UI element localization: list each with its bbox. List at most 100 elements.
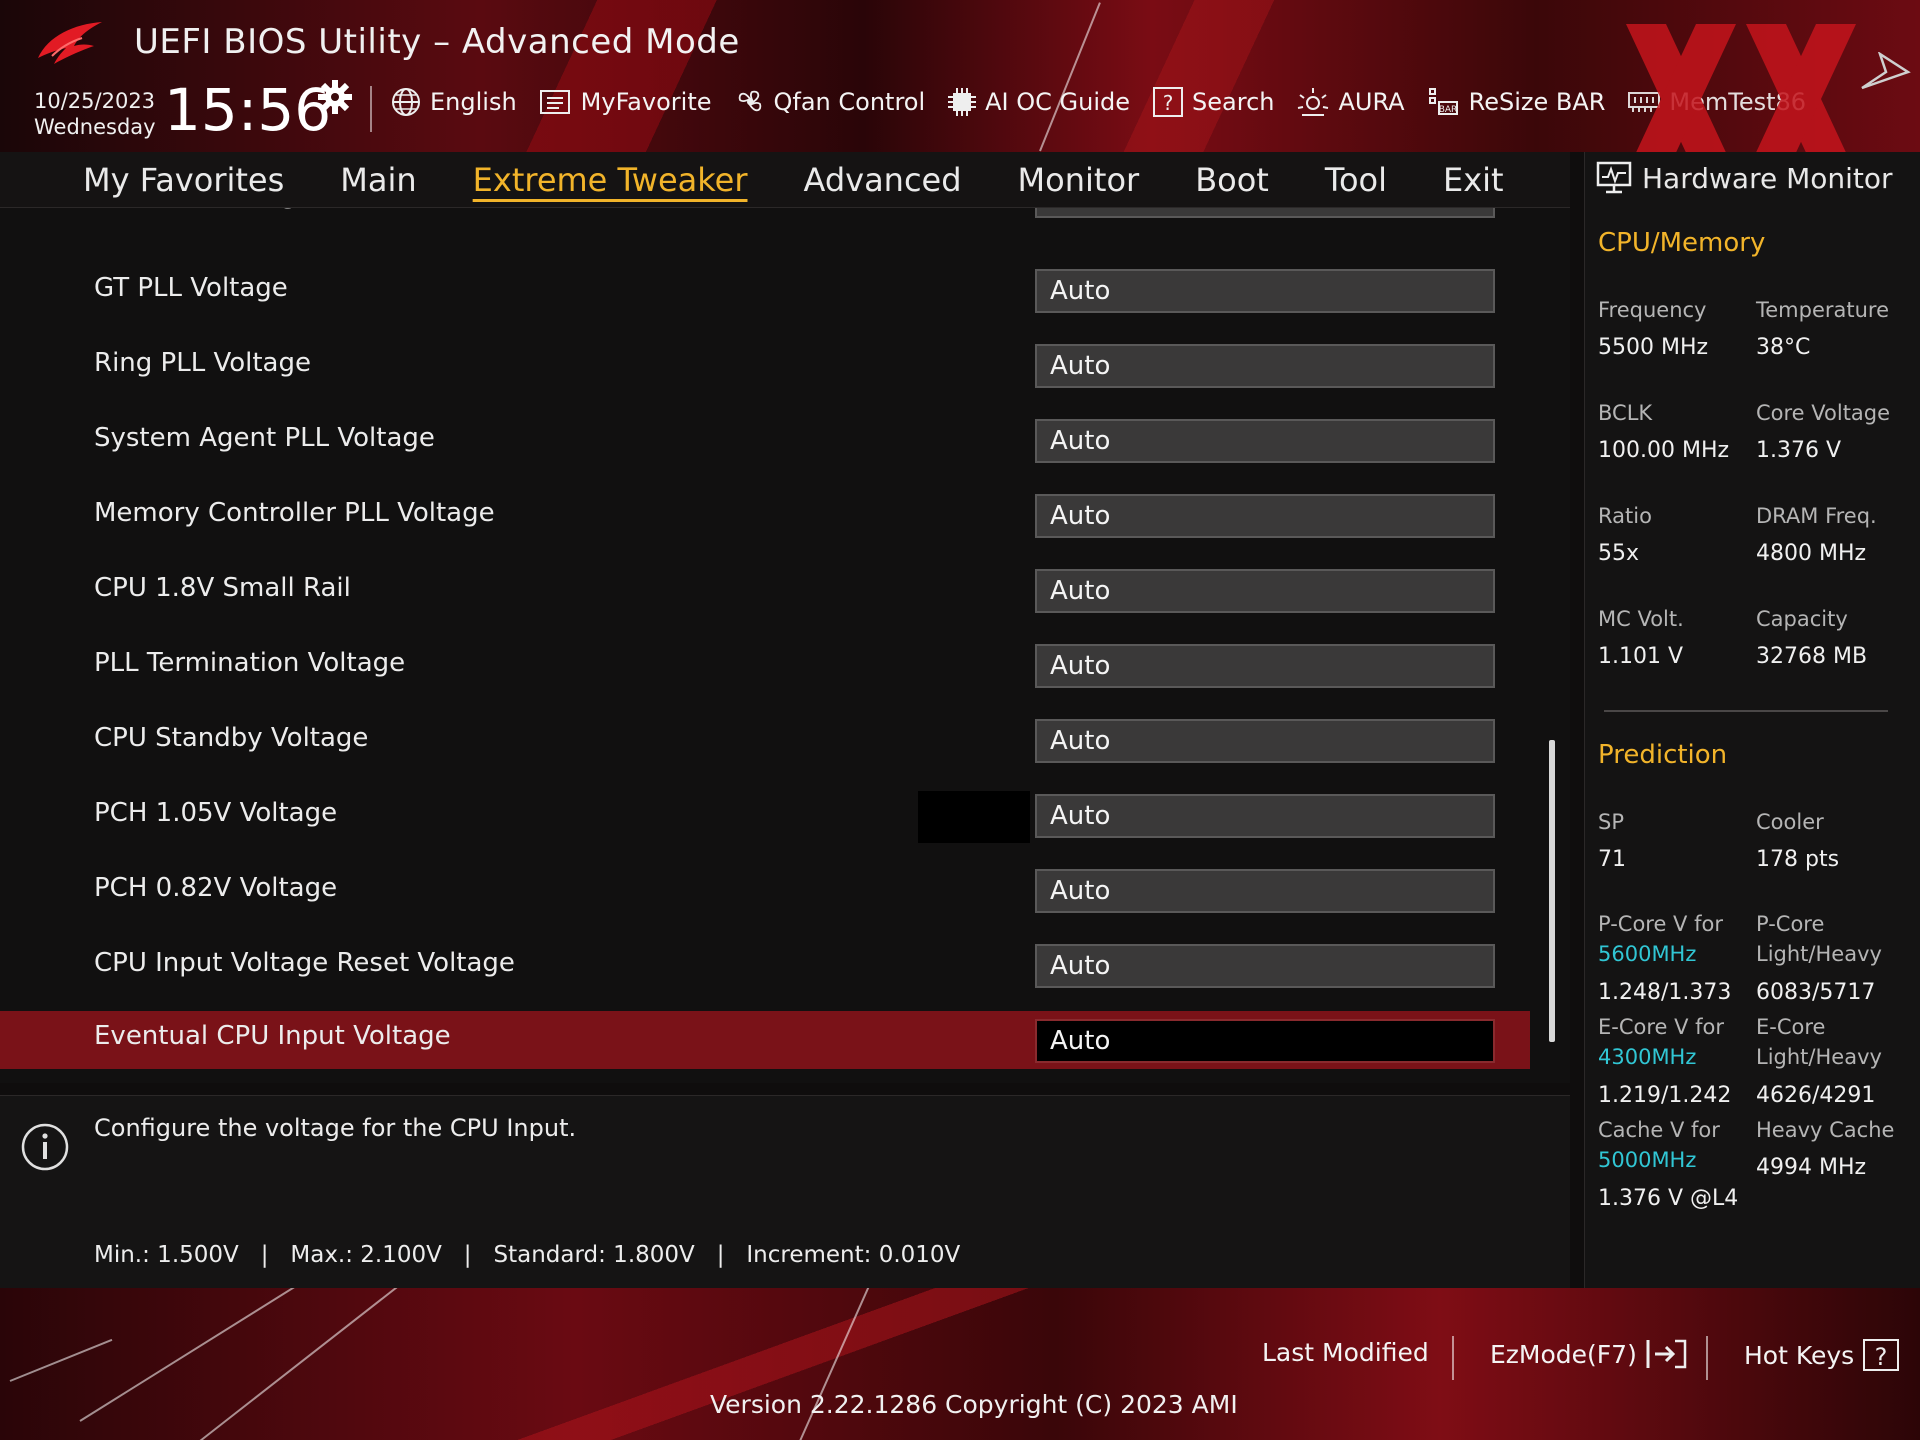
mc-volt-value: 1.101 V xyxy=(1598,644,1684,669)
setting-value-field[interactable]: Auto xyxy=(1035,419,1495,463)
ai-oc-guide-label: AI OC Guide xyxy=(985,88,1131,116)
setting-value-field[interactable]: Auto xyxy=(1035,869,1495,913)
main-menu: My Favorites Main Extreme Tweaker Advanced M… xyxy=(0,152,1570,208)
temperature-label: Temperature xyxy=(1756,298,1890,322)
settings-scrollbar[interactable] xyxy=(1549,740,1555,1042)
pcore-v-frequency: 5600MHz xyxy=(1598,942,1697,966)
arrow-emblem-icon xyxy=(1861,52,1911,90)
setting-row[interactable]: CPU Standby Voltage Auto xyxy=(0,711,1530,771)
heavy-cache-label: Heavy Cache xyxy=(1756,1118,1895,1142)
hot-keys-button[interactable]: Hot Keys ? xyxy=(1744,1338,1900,1372)
last-modified-button[interactable]: Last Modified xyxy=(1262,1338,1429,1367)
gear-icon[interactable] xyxy=(316,78,354,116)
resize-bar-label: ReSize BAR xyxy=(1468,88,1606,116)
resize-bar-icon: BAR xyxy=(1428,88,1458,115)
setting-row[interactable]: System Agent PLL Voltage Auto xyxy=(0,411,1530,471)
setting-value-field[interactable]: Auto xyxy=(1035,944,1495,988)
prediction-section-title: Prediction xyxy=(1598,740,1728,770)
setting-value-field[interactable]: Auto xyxy=(1035,1019,1495,1063)
sp-label: SP xyxy=(1598,810,1624,834)
bios-title: UEFI BIOS Utility – Advanced Mode xyxy=(134,22,740,62)
setting-label: Memory Controller PLL Voltage xyxy=(94,498,495,528)
ezmode-button[interactable]: EzMode(F7) xyxy=(1490,1338,1689,1370)
settings-list: Core PLL VoltageAutoGT PLL VoltageAutoRi… xyxy=(0,208,1570,1083)
tab-exit[interactable]: Exit xyxy=(1415,161,1532,199)
setting-value-field[interactable]: Auto xyxy=(1035,344,1495,388)
setting-row[interactable]: PCH 0.82V Voltage Auto xyxy=(0,861,1530,921)
rog-logo-icon xyxy=(38,22,102,64)
tab-extreme-tweaker[interactable]: Extreme Tweaker xyxy=(445,161,776,199)
footer-divider xyxy=(1706,1336,1708,1380)
tab-main[interactable]: Main xyxy=(312,161,444,199)
question-mark-icon: ? xyxy=(1863,1339,1900,1371)
setting-value-field[interactable]: Auto xyxy=(1035,719,1495,763)
setting-row[interactable]: PCH 1.05V Voltage Auto xyxy=(0,786,1530,846)
svg-text:?: ? xyxy=(1163,91,1174,115)
myfavorite-button[interactable]: MyFavorite xyxy=(539,88,712,116)
cooler-value: 178 pts xyxy=(1756,847,1840,872)
setting-value-field[interactable]: Auto xyxy=(1035,644,1495,688)
date-display: 10/25/2023 Wednesday xyxy=(34,88,156,140)
language-button[interactable]: English xyxy=(390,86,517,118)
monitor-divider xyxy=(1604,710,1888,712)
heavy-cache-value: 4994 MHz xyxy=(1756,1155,1867,1180)
tab-my-favorites[interactable]: My Favorites xyxy=(0,161,312,199)
ezmode-label: EzMode(F7) xyxy=(1490,1339,1637,1369)
header-divider xyxy=(370,86,372,132)
date-text: 10/25/2023 xyxy=(34,89,156,113)
setting-label: Core PLL Voltage xyxy=(94,208,313,210)
myfavorite-label: MyFavorite xyxy=(580,88,712,116)
search-button[interactable]: ? Search xyxy=(1152,86,1274,118)
sp-value: 71 xyxy=(1598,847,1626,872)
clock: 15:56 xyxy=(164,76,332,144)
pcore-label: P-Core xyxy=(1756,912,1825,936)
setting-row[interactable]: Core PLL Voltage Auto xyxy=(0,208,1530,256)
favorite-list-icon xyxy=(539,90,570,114)
tab-boot[interactable]: Boot xyxy=(1167,161,1297,199)
setting-row[interactable]: GT PLL Voltage Auto xyxy=(0,261,1530,321)
setting-row[interactable]: CPU 1.8V Small Rail Auto xyxy=(0,561,1530,621)
search-label: Search xyxy=(1192,88,1275,116)
aura-label: AURA xyxy=(1338,88,1405,116)
setting-label: PLL Termination Voltage xyxy=(94,648,406,678)
qfan-label: Qfan Control xyxy=(773,88,926,116)
fan-icon xyxy=(738,90,761,112)
setting-label: Ring PLL Voltage xyxy=(94,348,311,378)
setting-label: PCH 0.82V Voltage xyxy=(94,873,338,903)
ecore-light-heavy-value: 4626/4291 xyxy=(1756,1083,1876,1108)
qfan-control-button[interactable]: Qfan Control xyxy=(734,86,926,118)
tab-advanced[interactable]: Advanced xyxy=(775,161,989,199)
setting-row[interactable]: Eventual CPU Input Voltage Auto xyxy=(0,1011,1530,1069)
exit-arrow-icon xyxy=(1646,1339,1687,1369)
svg-text:BAR: BAR xyxy=(1438,105,1457,115)
aura-button[interactable]: AURA xyxy=(1296,86,1405,118)
setting-row[interactable]: PLL Termination Voltage Auto xyxy=(0,636,1530,696)
title-prefix: UEFI BIOS Utility – xyxy=(134,22,462,62)
setting-row[interactable]: Memory Controller PLL Voltage Auto xyxy=(0,486,1530,546)
setting-row[interactable]: CPU Input Voltage Reset Voltage Auto xyxy=(0,936,1530,996)
version-text: Version 2.22.1286 Copyright (C) 2023 AMI xyxy=(710,1390,1238,1419)
tab-tool[interactable]: Tool xyxy=(1297,161,1415,199)
setting-value-field[interactable]: Auto xyxy=(1035,794,1495,838)
aura-light-icon xyxy=(1298,88,1329,116)
cache-v-frequency: 5000MHz xyxy=(1598,1148,1697,1172)
ecore-label: E-Core xyxy=(1756,1015,1826,1039)
cooler-label: Cooler xyxy=(1756,810,1824,834)
svg-text:?: ? xyxy=(1875,1343,1888,1371)
ai-oc-guide-button[interactable]: AI OC Guide xyxy=(947,87,1130,117)
setting-value-field[interactable]: Auto xyxy=(1035,269,1495,313)
setting-row[interactable]: Ring PLL Voltage Auto xyxy=(0,336,1530,396)
setting-value-field[interactable]: Auto xyxy=(1035,208,1495,218)
setting-value-field[interactable]: Auto xyxy=(1035,494,1495,538)
pcore-light-heavy-label: Light/Heavy xyxy=(1756,942,1882,966)
globe-icon xyxy=(392,88,420,116)
resize-bar-button[interactable]: BAR ReSize BAR xyxy=(1427,86,1606,118)
cpu-memory-section-title: CPU/Memory xyxy=(1598,228,1766,258)
chip-icon xyxy=(948,88,977,116)
last-modified-label: Last Modified xyxy=(1262,1338,1429,1367)
tab-monitor[interactable]: Monitor xyxy=(990,161,1168,199)
setting-label: CPU 1.8V Small Rail xyxy=(94,573,351,603)
setting-value-field[interactable]: Auto xyxy=(1035,569,1495,613)
ecore-light-heavy-label: Light/Heavy xyxy=(1756,1045,1882,1069)
bclk-value: 100.00 MHz xyxy=(1598,438,1730,463)
